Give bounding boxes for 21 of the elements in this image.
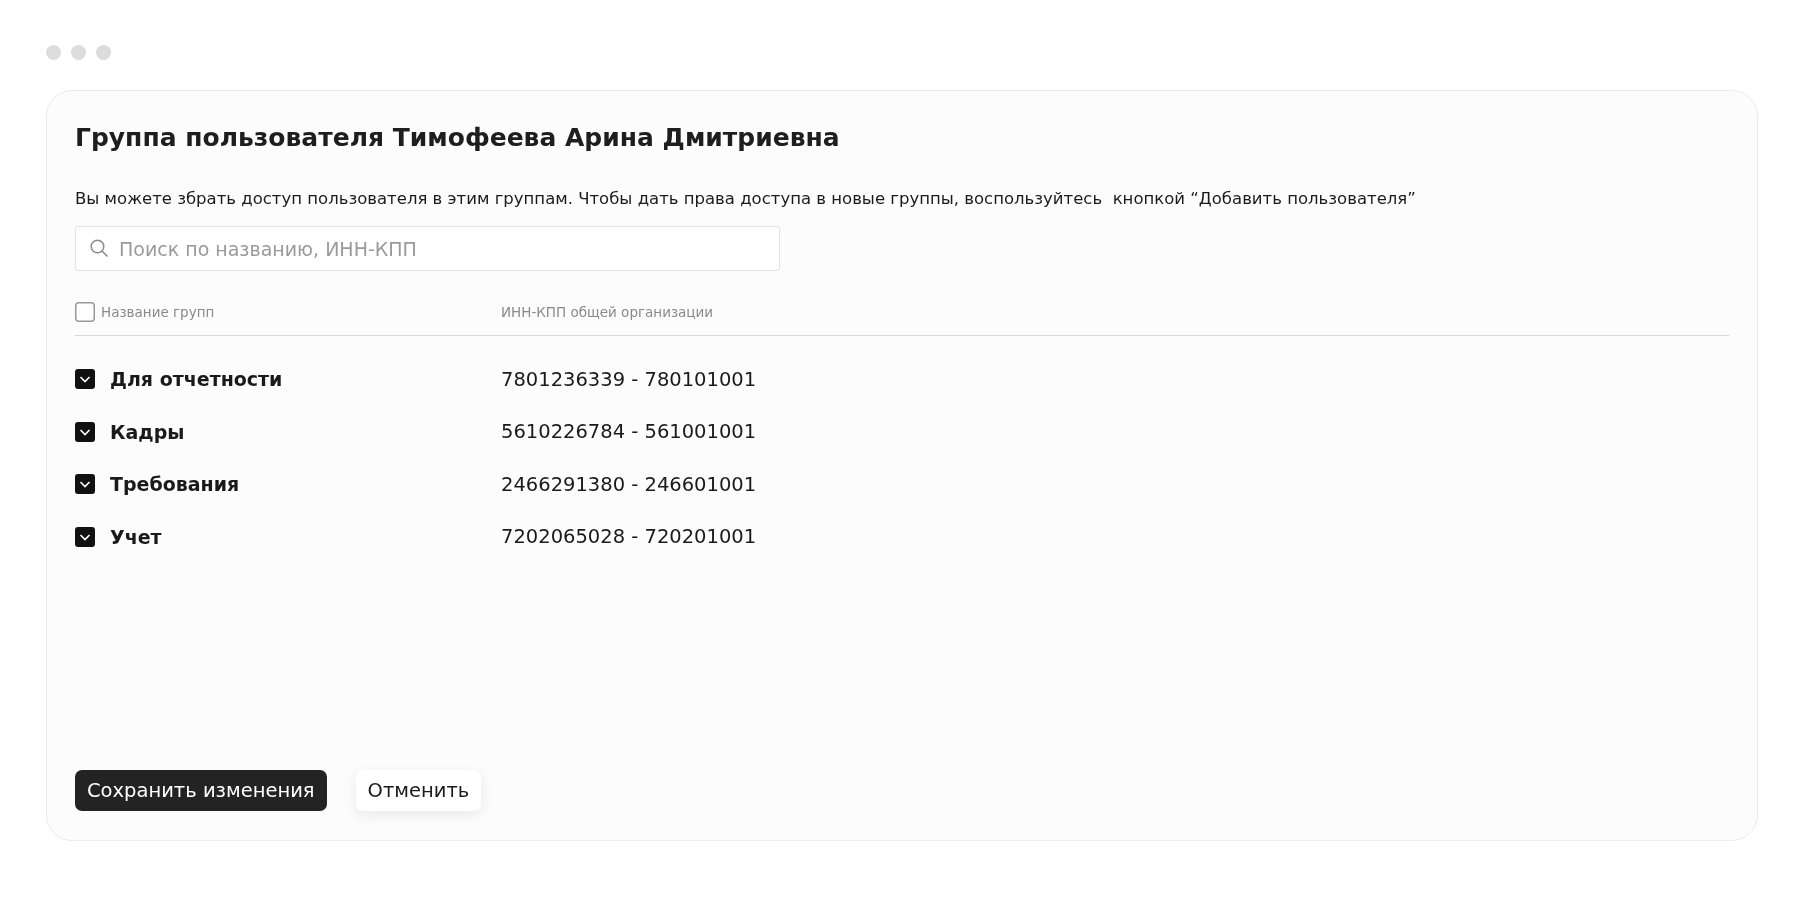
dialog-title: Группа пользователя Тимофеева Арина Дмитриевна xyxy=(75,123,840,153)
checkbox[interactable] xyxy=(75,369,95,390)
checkbox[interactable] xyxy=(75,474,95,495)
inn-kpp-value: 7202065028 - 720201001 xyxy=(501,525,757,549)
cancel-button[interactable]: Отменить xyxy=(355,770,482,811)
search-field[interactable]: Поиск по названию, ИНН-КПП xyxy=(75,226,780,271)
search-icon xyxy=(90,239,108,257)
select-all-checkbox[interactable] xyxy=(75,302,95,322)
description-text: Вы можете збрать доступ пользователя в этим группам. Чтобы дать права доступа в новые группы, воспользуйтесь кнопкой “Добавить пользователя” xyxy=(75,188,1416,210)
column-header: Название групп xyxy=(101,304,215,320)
group-name: Для отчетности xyxy=(110,368,283,391)
inn-kpp-value: 2466291380 - 246601001 xyxy=(501,472,757,496)
group-name: Требования xyxy=(110,473,240,496)
checkbox[interactable] xyxy=(75,526,95,547)
inn-kpp-value: 5610226784 - 561001001 xyxy=(501,420,757,444)
checkbox[interactable] xyxy=(75,421,95,442)
inn-kpp-value: 7801236339 - 780101001 xyxy=(501,367,757,391)
column-header: ИНН-КПП общей организации xyxy=(501,304,714,320)
save-button[interactable]: Сохранить изменения xyxy=(75,770,327,811)
group-name: Кадры xyxy=(110,420,185,443)
group-name: Учет xyxy=(110,525,162,548)
